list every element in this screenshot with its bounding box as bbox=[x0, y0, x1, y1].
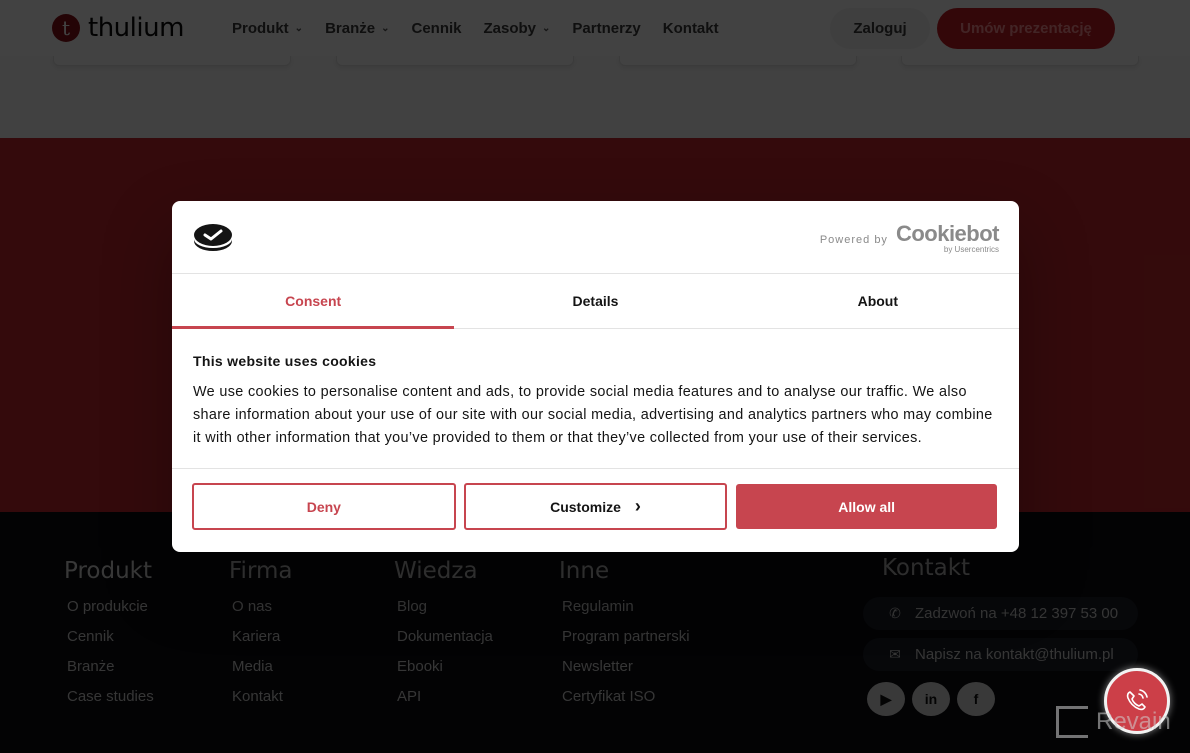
cookiebot-sub: by Usercentrics bbox=[943, 245, 999, 254]
cookiebot-logo: Cookiebot by Usercentrics bbox=[895, 221, 1000, 255]
dialog-title: This website uses cookies bbox=[193, 353, 377, 369]
revain-watermark: Revain bbox=[1056, 706, 1171, 738]
dialog-body: This website uses cookies We use cookies… bbox=[172, 329, 1019, 469]
tab-consent[interactable]: Consent bbox=[172, 274, 455, 329]
watermark-text: Revain bbox=[1096, 708, 1171, 735]
dialog-description: We use cookies to personalise content an… bbox=[193, 384, 993, 446]
cookie-check-icon bbox=[194, 224, 232, 251]
allow-all-button[interactable]: Allow all bbox=[736, 484, 998, 529]
dialog-actions: Deny Customize › Allow all bbox=[172, 469, 1019, 530]
powered-by-cookiebot[interactable]: Powered by Cookiebot by Usercentrics bbox=[819, 221, 1000, 255]
powered-by-label: Powered by bbox=[819, 234, 888, 246]
deny-button[interactable]: Deny bbox=[192, 483, 456, 530]
cookiebot-name: Cookiebot bbox=[895, 221, 1000, 246]
dialog-tabs: Consent Details About bbox=[172, 274, 1019, 329]
tab-details[interactable]: Details bbox=[454, 274, 736, 328]
dialog-header: Powered by Cookiebot by Usercentrics bbox=[172, 201, 1019, 274]
cookie-consent-dialog: Powered by Cookiebot by Usercentrics Con… bbox=[172, 201, 1019, 552]
tab-about[interactable]: About bbox=[737, 274, 1019, 328]
customize-button[interactable]: Customize › bbox=[463, 483, 728, 530]
revain-logo-icon bbox=[1056, 706, 1088, 738]
customize-label: Customize bbox=[550, 498, 621, 515]
chevron-right-icon: › bbox=[634, 496, 641, 516]
